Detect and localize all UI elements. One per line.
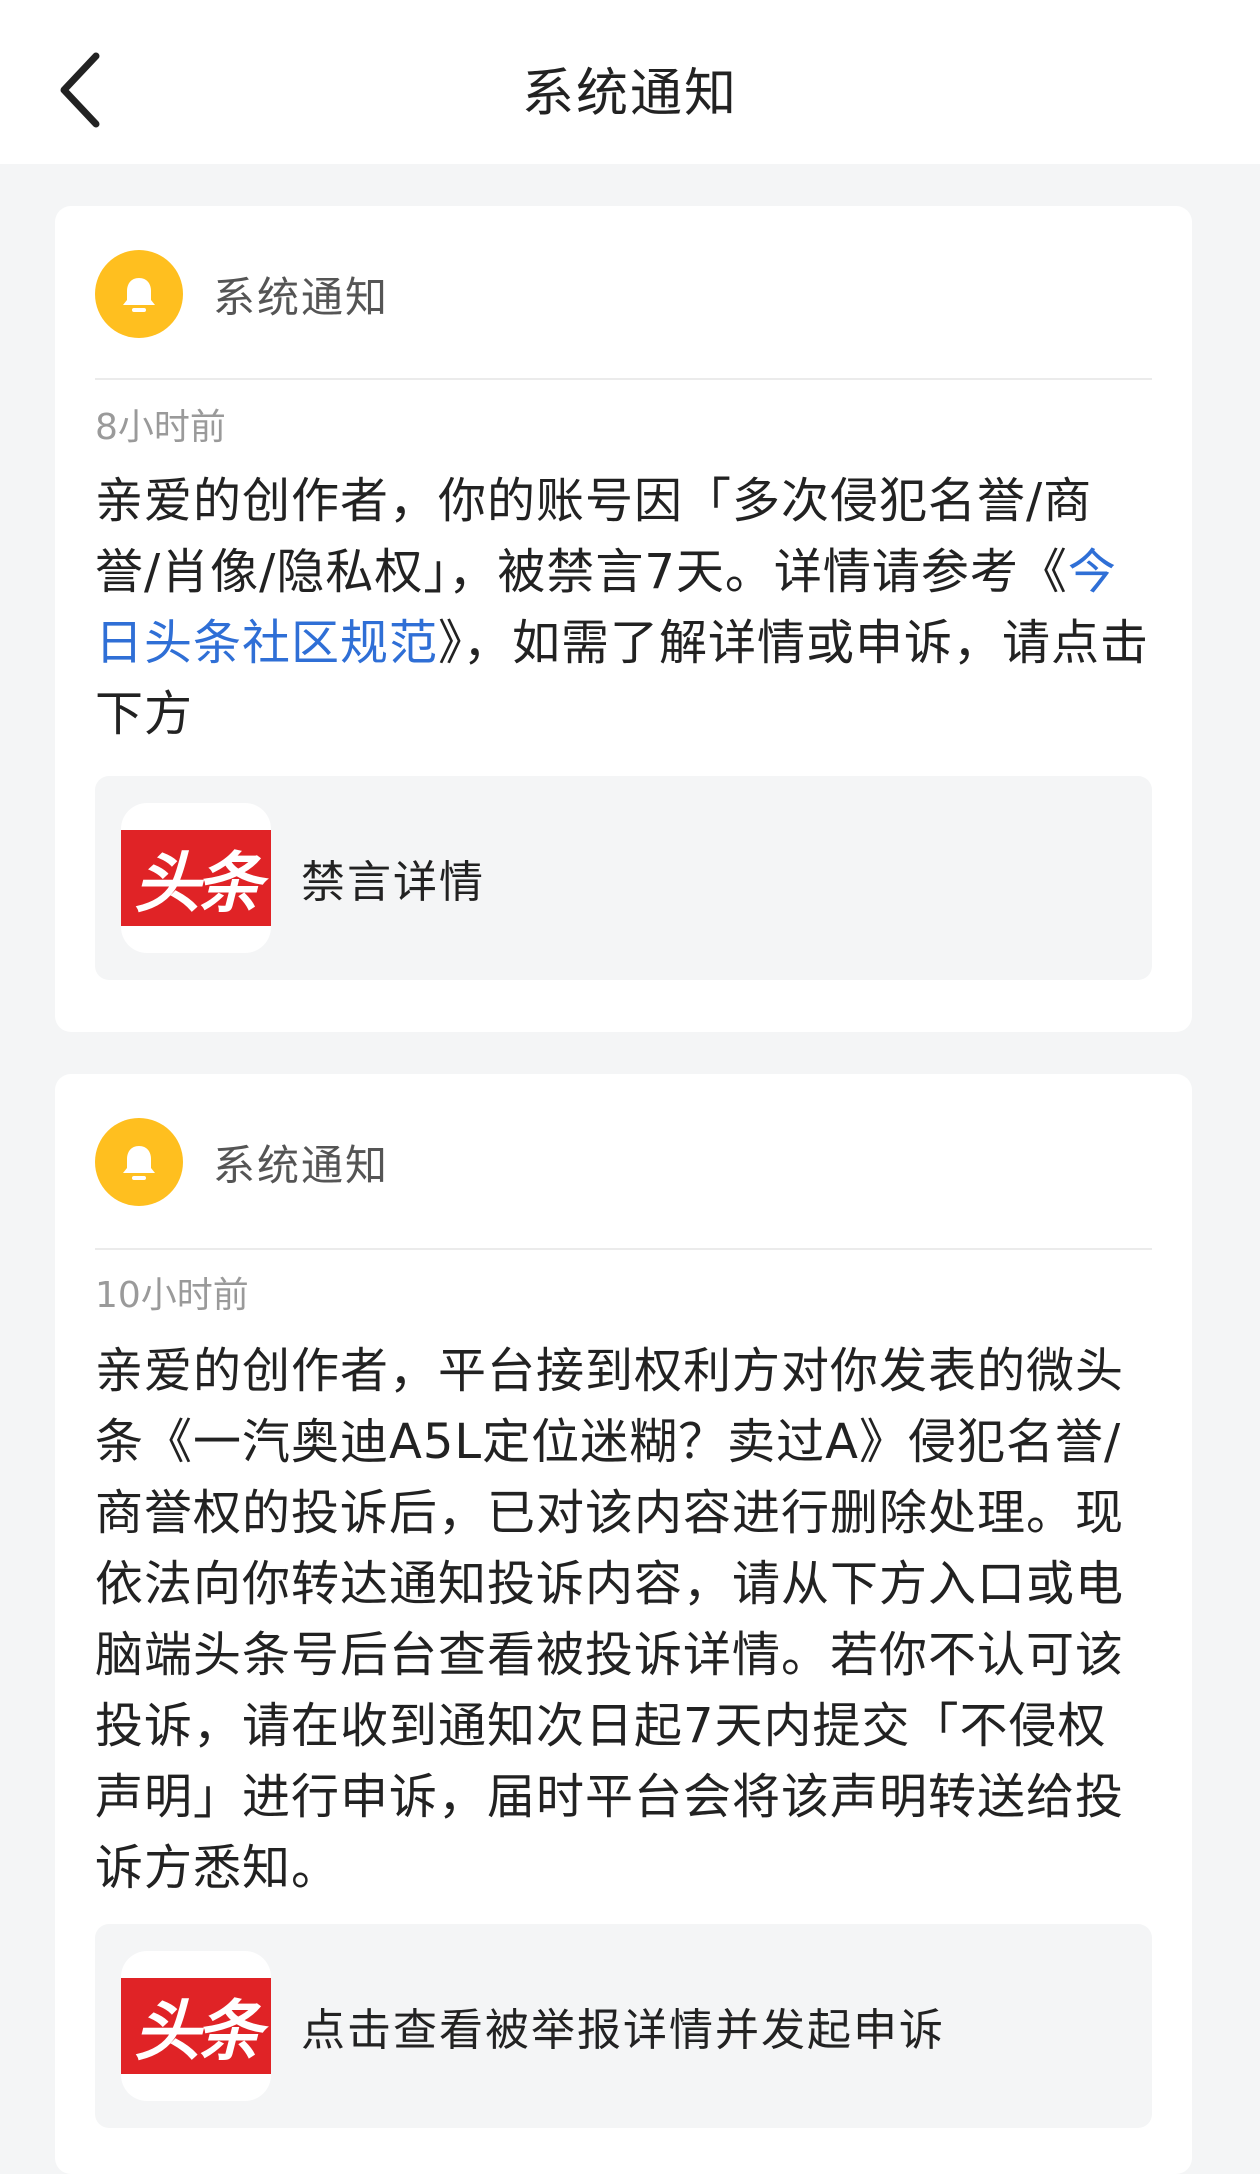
notification-header: 系统通知 xyxy=(95,250,389,338)
bell-icon xyxy=(95,250,183,338)
nav-bar: 系统通知 xyxy=(0,0,1260,164)
notification-message: 亲爱的创作者，你的账号因「多次侵犯名誉/商誉/肖像/隐私权」，被禁言7天。详情请… xyxy=(95,466,1155,750)
divider xyxy=(95,1248,1152,1250)
mute-details-button[interactable]: 头条 禁言详情 xyxy=(95,776,1152,980)
action-label: 禁言详情 xyxy=(301,857,485,908)
toutiao-logo: 头条 xyxy=(121,803,271,953)
view-report-appeal-button[interactable]: 头条 点击查看被举报详情并发起申诉 xyxy=(95,1924,1152,2128)
timestamp: 10小时前 xyxy=(95,1275,249,1316)
toutiao-logo-mark: 头条 xyxy=(121,830,271,926)
message-text-before: 亲爱的创作者，你的账号因「多次侵犯名誉/商誉/肖像/隐私权」，被禁言7天。详情请… xyxy=(95,473,1093,600)
page-title: 系统通知 xyxy=(521,63,738,124)
notification-card: 系统通知 10小时前 亲爱的创作者，平台接到权利方对你发表的微头条《一汽奥迪A5… xyxy=(55,1074,1192,2174)
toutiao-logo-mark: 头条 xyxy=(121,1978,271,2074)
timestamp: 8小时前 xyxy=(95,407,226,448)
toutiao-logo: 头条 xyxy=(121,1951,271,2101)
sender-name: 系统通知 xyxy=(213,272,390,322)
bell-icon xyxy=(95,1118,183,1206)
divider xyxy=(95,378,1152,380)
sender-name: 系统通知 xyxy=(213,1140,390,1190)
action-label: 点击查看被举报详情并发起申诉 xyxy=(301,2005,945,2056)
notification-header: 系统通知 xyxy=(95,1118,389,1206)
notification-message: 亲爱的创作者，平台接到权利方对你发表的微头条《一汽奥迪A5L定位迷糊？卖过A》侵… xyxy=(95,1343,1125,1896)
notification-card: 系统通知 8小时前 亲爱的创作者，你的账号因「多次侵犯名誉/商誉/肖像/隐私权」… xyxy=(55,206,1192,1032)
